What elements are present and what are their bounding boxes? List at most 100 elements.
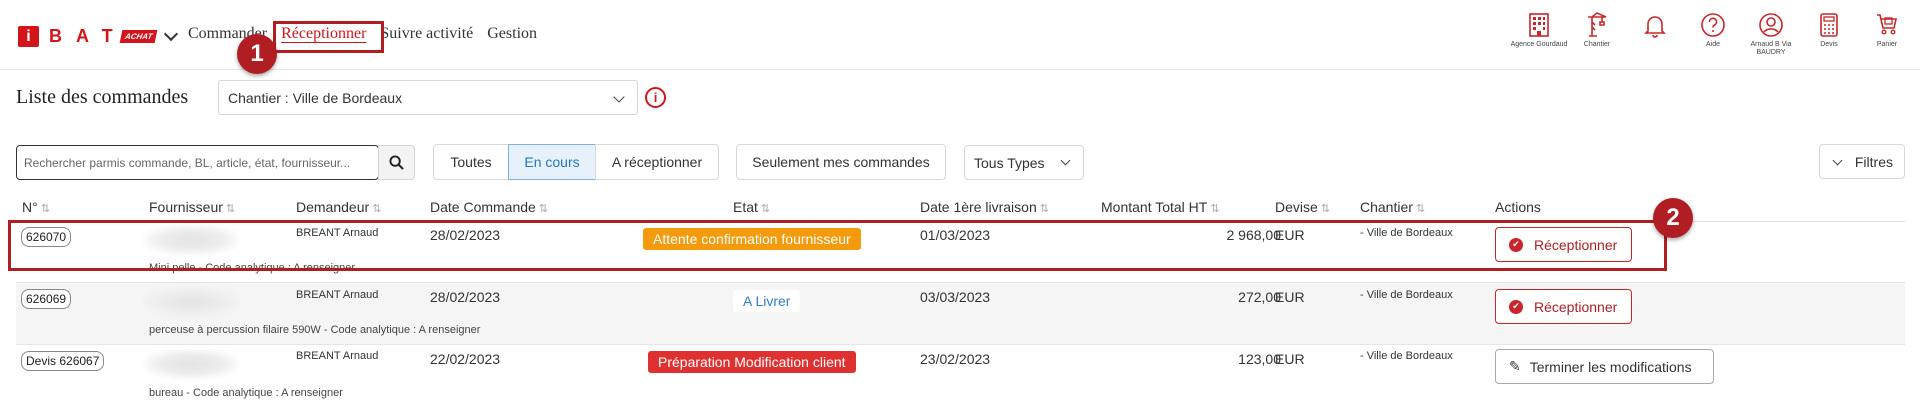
bell-icon [1644, 16, 1666, 38]
filters-button-label: Filtres [1854, 153, 1893, 170]
date-livraison-cell: 03/03/2023 [920, 289, 991, 305]
logo-letter: i [18, 26, 39, 47]
column-header-fournisseur[interactable]: Fournisseur ⇅ [149, 199, 235, 215]
column-header-etat[interactable]: Etat ⇅ [733, 199, 770, 215]
table-row[interactable]: 626069 BREANT Arnaud 28/02/2023 A Livrer… [16, 283, 1905, 345]
column-header-date-commande[interactable]: Date Commande ⇅ [430, 199, 548, 215]
crane-icon [1588, 12, 1607, 37]
terminer-modifications-button[interactable]: ✎ Terminer les modifications [1495, 349, 1714, 384]
column-label: Montant Total HT [1101, 199, 1208, 215]
mine-only-button[interactable]: Seulement mes commandes [736, 144, 946, 180]
sort-icon: ⇅ [225, 203, 236, 215]
column-label: N° [22, 199, 38, 215]
header-item-label: Panier [1876, 41, 1898, 48]
sort-icon: ⇅ [1210, 203, 1220, 215]
chevron-down-icon[interactable] [164, 26, 179, 41]
help-icon [1701, 13, 1725, 37]
terminer-modifications-label: Terminer les modifications [1529, 358, 1692, 375]
sort-icon: ⇅ [1320, 203, 1331, 215]
header-item-label: Devis [1820, 41, 1838, 48]
search-input[interactable]: Rechercher parmis commande, BL, article,… [16, 145, 379, 180]
column-label: Etat [733, 199, 758, 215]
annotation-callout-2: 2 [1653, 198, 1693, 238]
logo-achat-tag: ACHAT [119, 30, 158, 43]
column-label: Chantier [1360, 199, 1413, 215]
column-header-chantier[interactable]: Chantier ⇅ [1360, 199, 1425, 215]
supplier-blurred [144, 349, 239, 379]
column-header-demandeur[interactable]: Demandeur ⇅ [296, 199, 381, 215]
chantier-cell: - Ville de Bordeaux [1360, 350, 1453, 362]
ibat-logo[interactable]: i BAT ACHAT [18, 26, 179, 47]
nav-item-gestion[interactable]: Gestion [487, 25, 537, 43]
pencil-icon: ✎ [1509, 358, 1521, 374]
calculator-icon [1820, 13, 1838, 37]
column-header-montant[interactable]: Montant Total HT ⇅ [1101, 199, 1220, 215]
column-header-actions: Actions [1495, 199, 1541, 215]
date-commande-cell: 22/02/2023 [430, 351, 501, 367]
header-item-notifications[interactable] [1626, 12, 1684, 57]
header-item-aide[interactable]: Aide [1684, 12, 1742, 57]
sort-icon: ⇅ [538, 203, 549, 215]
sort-icon: ⇅ [372, 203, 382, 215]
top-navigation-bar: i BAT ACHAT Commander Réceptionner Suivr… [0, 0, 1920, 70]
column-label: Devise [1275, 199, 1318, 215]
column-label: Fournisseur [149, 199, 223, 215]
cart-icon [1877, 14, 1897, 35]
chevron-down-icon [1060, 155, 1071, 166]
filter-a-receptionner[interactable]: A réceptionner [595, 144, 719, 180]
filter-toutes[interactable]: Toutes [433, 144, 509, 180]
header-item-agence[interactable]: Agence Gourdaud [1510, 12, 1568, 57]
filters-button[interactable]: Filtres [1819, 144, 1905, 179]
order-number-badge[interactable]: 626069 [21, 289, 72, 309]
table-header: N° ⇅ Fournisseur ⇅ Demandeur ⇅ Date Command… [16, 192, 1905, 222]
header-item-label: Arnaud B Via BAUDRY [1750, 41, 1792, 56]
sort-icon: ⇅ [40, 203, 50, 215]
montant-cell: 123,00 [1238, 351, 1281, 367]
header-item-chantier[interactable]: Chantier [1568, 12, 1626, 57]
search-button[interactable] [378, 145, 415, 180]
user-icon [1759, 13, 1783, 37]
status-badge: A Livrer [733, 290, 801, 312]
annotation-highlight-row [8, 220, 1667, 271]
order-description: bureau - Code analytique : A renseigner [149, 387, 343, 399]
header-item-label: Aide [1705, 41, 1720, 48]
date-commande-cell: 28/02/2023 [430, 289, 501, 305]
column-label: Date Commande [430, 199, 536, 215]
header-item-account[interactable]: Arnaud B Via BAUDRY [1742, 12, 1800, 57]
building-icon [1529, 13, 1549, 37]
montant-cell: 272,00 [1238, 289, 1281, 305]
nav-item-suivre-activite[interactable]: Suivre activité [380, 25, 473, 43]
types-select-value: Tous Types [974, 154, 1045, 171]
column-label: Date 1ère livraison [920, 199, 1037, 215]
info-icon[interactable]: i [645, 87, 666, 108]
column-header-date-livraison[interactable]: Date 1ère livraison ⇅ [920, 199, 1049, 215]
table-row[interactable]: Devis 626067 BREANT Arnaud 22/02/2023 Pr… [16, 345, 1905, 404]
filter-en-cours[interactable]: En cours [508, 144, 596, 180]
chantier-cell: - Ville de Bordeaux [1360, 289, 1453, 301]
column-header-devise[interactable]: Devise ⇅ [1275, 199, 1330, 215]
sort-icon: ⇅ [760, 203, 771, 215]
types-select[interactable]: Tous Types [964, 145, 1084, 180]
logo-wordmark: BAT [49, 26, 127, 46]
chantier-select[interactable]: Chantier : Ville de Bordeaux [218, 80, 638, 115]
order-number-badge[interactable]: Devis 626067 [21, 351, 105, 371]
chevron-down-icon [613, 91, 625, 103]
header-icons: Agence Gourdaud Chantier Aide Arnaud B V… [1510, 12, 1916, 57]
demandeur-cell: BREANT Arnaud [296, 289, 379, 301]
chevron-down-icon [1832, 155, 1843, 166]
header-item-devis[interactable]: Devis [1800, 12, 1858, 57]
supplier-blurred [144, 287, 239, 317]
receptionner-button-label: Réceptionner [1534, 298, 1618, 315]
chantier-select-value: Chantier : Ville de Bordeaux [228, 89, 403, 106]
sort-icon: ⇅ [1415, 203, 1426, 215]
header-item-panier[interactable]: Panier [1858, 12, 1916, 57]
receptionner-button[interactable]: ✔ Réceptionner [1495, 289, 1633, 324]
date-livraison-cell: 23/02/2023 [920, 351, 991, 367]
devise-cell: EUR [1275, 289, 1305, 305]
devise-cell: EUR [1275, 351, 1305, 367]
sort-icon: ⇅ [1039, 203, 1049, 215]
check-circle-icon: ✔ [1509, 299, 1523, 314]
annotation-callout-1: 1 [237, 34, 277, 74]
column-header-num[interactable]: N° ⇅ [22, 199, 50, 215]
header-item-label: Agence Gourdaud [1510, 41, 1568, 48]
